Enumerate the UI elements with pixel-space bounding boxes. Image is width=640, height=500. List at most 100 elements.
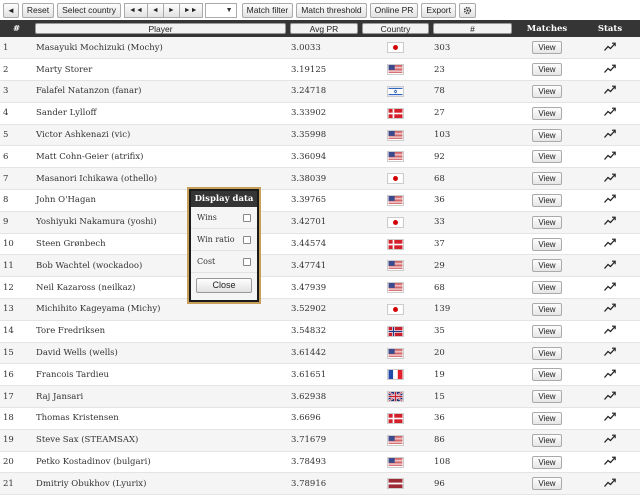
matches-cell: View	[514, 37, 580, 59]
player-column-header[interactable]: Player	[33, 20, 288, 37]
cost-checkbox[interactable]	[243, 257, 251, 266]
trend-chart-icon	[604, 282, 616, 291]
reset-button[interactable]: Reset	[21, 2, 55, 18]
stats-cell[interactable]	[580, 190, 640, 212]
avg-pr-cell: 3.42701	[291, 217, 327, 228]
stats-cell[interactable]	[580, 320, 640, 342]
matches-cell: View	[514, 408, 580, 430]
matches-cell: View	[514, 124, 580, 146]
stats-cell[interactable]	[580, 37, 640, 59]
match-count-cell: 29	[434, 260, 445, 271]
match-count-cell: 23	[434, 64, 445, 75]
view-matches-button[interactable]: View	[532, 390, 562, 404]
first-page-button[interactable]: ◄◄	[124, 2, 148, 18]
close-button[interactable]: Close	[196, 278, 252, 293]
rank-cell: 18	[3, 413, 14, 424]
back-button[interactable]: ◄	[3, 2, 19, 18]
next-page-button[interactable]: ►	[162, 2, 180, 18]
avg-pr-column-header[interactable]: Avg PR	[288, 20, 360, 37]
stats-cell[interactable]	[580, 211, 640, 233]
rank-cell: 9	[3, 217, 9, 228]
view-matches-button[interactable]: View	[532, 455, 562, 469]
country-cell	[360, 342, 431, 364]
last-page-button[interactable]: ►►	[178, 2, 203, 18]
player-name-cell: Raj Jansari	[36, 391, 84, 402]
export-button[interactable]: Export	[421, 2, 456, 18]
stats-cell[interactable]	[580, 102, 640, 124]
online-pr-button[interactable]: Online PR	[369, 2, 419, 18]
trend-chart-icon	[604, 238, 616, 247]
view-matches-button[interactable]: View	[532, 324, 562, 338]
stats-cell[interactable]	[580, 473, 640, 495]
rank-column-header: #	[12, 23, 21, 34]
stats-cell[interactable]	[580, 386, 640, 408]
stats-cell[interactable]	[580, 364, 640, 386]
trend-chart-icon	[604, 64, 616, 73]
pagination-controls: ◄◄ ◄ ► ►►	[124, 2, 203, 18]
match-filter-button[interactable]: Match filter	[241, 2, 294, 18]
view-matches-button[interactable]: View	[532, 41, 562, 55]
player-name-cell: Masayuki Mochizuki (Mochy)	[36, 42, 163, 53]
win-ratio-checkbox[interactable]	[243, 235, 251, 244]
country-cell	[360, 386, 431, 408]
player-name-cell: Masanori Ichikawa (othello)	[36, 173, 158, 184]
rank-cell: 21	[3, 478, 14, 489]
stats-cell[interactable]	[580, 299, 640, 321]
matches-cell: View	[514, 190, 580, 212]
table-row: 21 Dmitriy Obukhov (Lyurix) 3.78916 96 View	[0, 472, 640, 495]
match-count-cell: 35	[434, 326, 445, 337]
country-cell	[360, 190, 431, 212]
match-count-cell: 139	[434, 304, 451, 315]
view-matches-button[interactable]: View	[532, 106, 562, 120]
view-matches-button[interactable]: View	[532, 63, 562, 77]
view-matches-button[interactable]: View	[532, 215, 562, 229]
trend-chart-icon	[604, 42, 616, 51]
stats-cell[interactable]	[580, 59, 640, 81]
stats-cell[interactable]	[580, 124, 640, 146]
view-matches-button[interactable]: View	[532, 172, 562, 186]
select-country-button[interactable]: Select country	[57, 2, 122, 18]
stats-cell[interactable]	[580, 168, 640, 190]
view-matches-button[interactable]: View	[532, 128, 562, 142]
rank-cell: 2	[3, 64, 9, 75]
prev-page-button[interactable]: ◄	[146, 2, 164, 18]
view-matches-button[interactable]: View	[532, 346, 562, 360]
view-matches-button[interactable]: View	[532, 411, 562, 425]
stats-cell[interactable]	[580, 408, 640, 430]
count-column-header[interactable]: #	[431, 20, 514, 37]
stats-cell[interactable]	[580, 81, 640, 103]
stats-cell[interactable]	[580, 255, 640, 277]
table-row: 8 John O'Hagan 3.39765 36 View	[0, 189, 640, 212]
stats-cell[interactable]	[580, 233, 640, 255]
view-matches-button[interactable]: View	[532, 302, 562, 316]
player-name-cell: Matt Cohn-Geier (atrifix)	[36, 151, 144, 162]
stats-cell[interactable]	[580, 277, 640, 299]
wins-checkbox[interactable]	[243, 213, 251, 222]
stats-cell[interactable]	[580, 451, 640, 473]
match-threshold-button[interactable]: Match threshold	[296, 2, 367, 18]
view-matches-button[interactable]: View	[532, 477, 562, 491]
stats-cell[interactable]	[580, 146, 640, 168]
stats-cell[interactable]	[580, 342, 640, 364]
view-matches-button[interactable]: View	[532, 84, 562, 98]
option-cost: Cost	[191, 251, 257, 273]
page-select[interactable]: ▼	[204, 2, 237, 18]
view-matches-button[interactable]: View	[532, 237, 562, 251]
country-cell	[360, 146, 431, 168]
trend-chart-icon	[604, 151, 616, 160]
view-matches-button[interactable]: View	[532, 368, 562, 382]
avg-pr-cell: 3.44574	[291, 239, 327, 250]
view-matches-button[interactable]: View	[532, 150, 562, 164]
view-matches-button[interactable]: View	[532, 259, 562, 273]
rank-cell: 20	[3, 457, 14, 468]
view-matches-button[interactable]: View	[532, 433, 562, 447]
country-cell	[360, 429, 431, 451]
country-cell	[360, 233, 431, 255]
view-matches-button[interactable]: View	[532, 193, 562, 207]
view-matches-button[interactable]: View	[532, 281, 562, 295]
table-row: 20 Petko Kostadinov (bulgari) 3.78493 108 Vi…	[0, 451, 640, 473]
country-column-header[interactable]: Country	[360, 20, 431, 37]
stats-cell[interactable]	[580, 429, 640, 451]
settings-button[interactable]	[459, 2, 476, 18]
matches-cell: View	[514, 146, 580, 168]
